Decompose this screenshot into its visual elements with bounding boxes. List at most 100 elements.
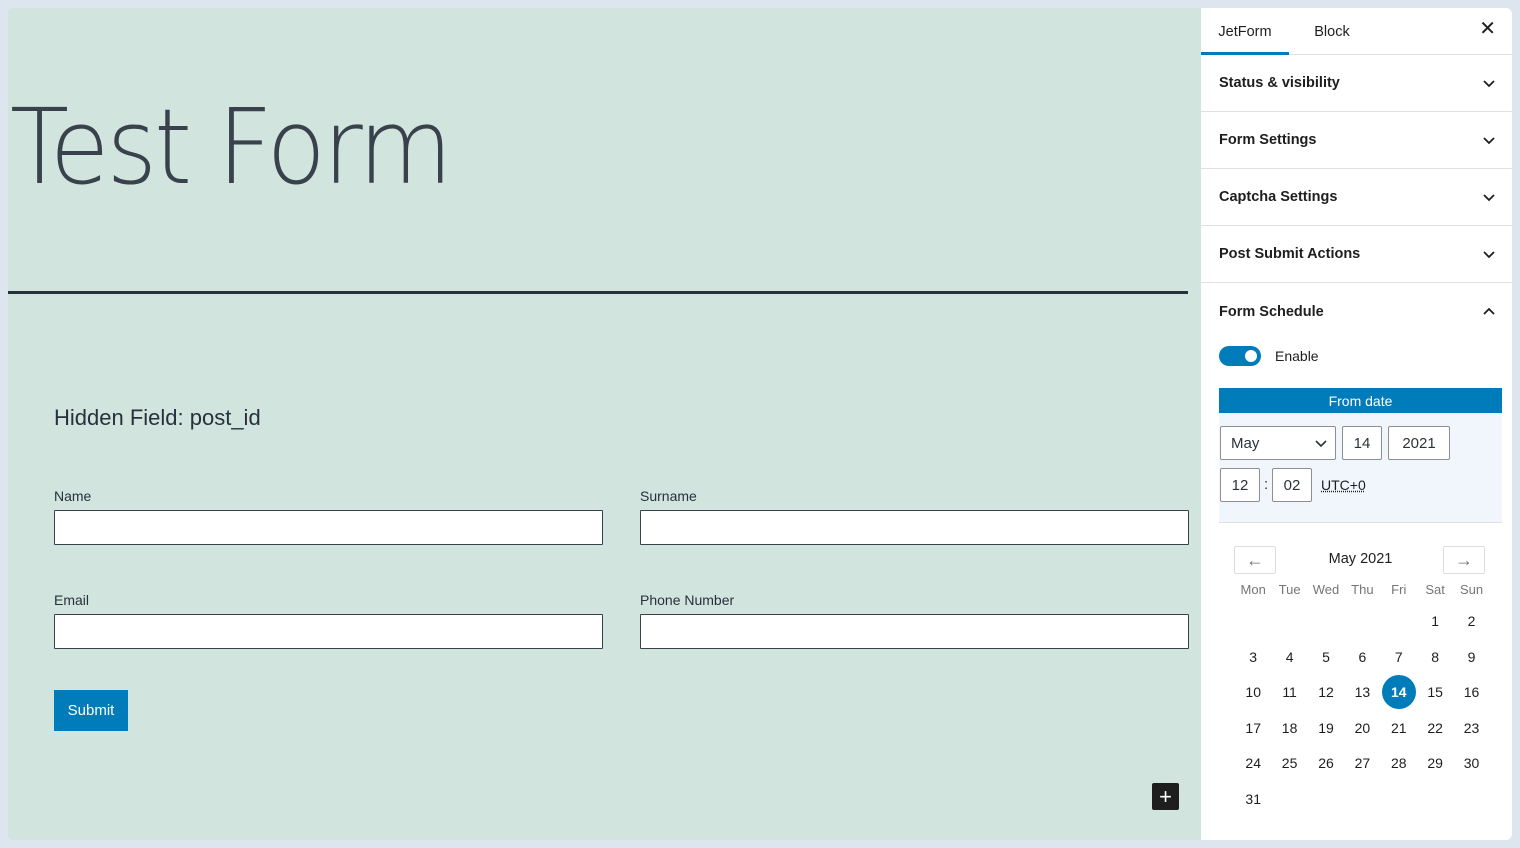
submit-button[interactable]: Submit xyxy=(54,690,128,731)
email-label: Email xyxy=(54,592,90,608)
calendar-day-number: 25 xyxy=(1281,755,1298,771)
calendar-empty-cell xyxy=(1453,782,1489,818)
panel-form-settings[interactable]: Form Settings xyxy=(1201,112,1512,169)
chevron-down-icon xyxy=(1483,137,1495,145)
add-block-button[interactable]: + xyxy=(1152,783,1179,810)
tab-block[interactable]: Block xyxy=(1299,8,1365,55)
calendar-empty-cell xyxy=(1308,782,1344,818)
surname-input[interactable] xyxy=(640,510,1189,545)
calendar-week: 24 25 26 27 28 29 30 xyxy=(1235,746,1502,782)
weekday-label: Sun xyxy=(1459,582,1484,597)
calendar-day[interactable]: 13 xyxy=(1344,675,1380,711)
separator-line xyxy=(8,291,1188,294)
calendar-day[interactable]: 15 xyxy=(1417,675,1453,711)
minute-input[interactable]: 02 xyxy=(1272,468,1312,502)
calendar-header: ← May 2021 → xyxy=(1219,544,1502,576)
panel-label: Form Settings xyxy=(1219,132,1317,148)
panel-form-schedule: Form Schedule Enable From date May 14 20… xyxy=(1201,284,1512,523)
calendar-day[interactable]: 18 xyxy=(1271,711,1307,747)
calendar-day[interactable]: 17 xyxy=(1235,711,1271,747)
weekday-label: Sat xyxy=(1425,582,1445,597)
calendar-day[interactable]: 7 xyxy=(1381,640,1417,676)
calendar-day-number: 5 xyxy=(1322,648,1330,665)
calendar-day[interactable]: 4 xyxy=(1271,640,1307,676)
settings-sidebar: JetForm Block ✕ Status & visibility Form… xyxy=(1201,8,1512,840)
page-title[interactable]: Test Form xyxy=(10,90,453,205)
calendar-day-number: 9 xyxy=(1467,648,1476,665)
panel-label: Post Submit Actions xyxy=(1219,246,1361,262)
calendar-day[interactable]: 22 xyxy=(1417,711,1453,747)
phone-label: Phone Number xyxy=(640,592,735,608)
month-select[interactable]: May xyxy=(1220,426,1336,460)
calendar-day[interactable]: 5 xyxy=(1308,640,1344,676)
panel-status-visibility[interactable]: Status & visibility xyxy=(1201,55,1512,112)
weekday-row: Mon Tue Wed Thu Fri Sat Sun xyxy=(1235,576,1502,604)
next-month-button[interactable]: → xyxy=(1443,546,1485,574)
timezone-label[interactable]: UTC+0 xyxy=(1321,477,1366,493)
email-input[interactable] xyxy=(54,614,603,649)
calendar-day[interactable]: 23 xyxy=(1453,711,1489,747)
calendar-day[interactable]: 21 xyxy=(1381,711,1417,747)
calendar-week: 17 18 19 20 21 22 23 xyxy=(1235,711,1502,747)
calendar-day[interactable]: 28 xyxy=(1381,746,1417,782)
calendar-empty-cell xyxy=(1271,782,1307,818)
calendar-day[interactable]: 10 xyxy=(1235,675,1271,711)
calendar-empty-cell xyxy=(1344,782,1380,818)
calendar-day[interactable]: 19 xyxy=(1308,711,1344,747)
panel-captcha-settings[interactable]: Captcha Settings xyxy=(1201,169,1512,226)
calendar-day-number: 2 xyxy=(1467,613,1476,629)
calendar-day[interactable]: 3 xyxy=(1235,640,1271,676)
from-date-button[interactable]: From date xyxy=(1219,388,1502,413)
calendar-day-number: 8 xyxy=(1431,648,1440,665)
calendar-day-number: 20 xyxy=(1354,719,1371,736)
calendar-day-number: 27 xyxy=(1354,755,1371,771)
calendar-day[interactable]: 26 xyxy=(1308,746,1344,782)
day-input[interactable]: 14 xyxy=(1342,426,1382,460)
year-input[interactable]: 2021 xyxy=(1388,426,1450,460)
panel-label: Form Schedule xyxy=(1219,304,1324,320)
calendar-day[interactable]: 8 xyxy=(1417,640,1453,676)
surname-field-group: Surname xyxy=(640,488,1189,545)
editor-frame: Test Form Hidden Field: post_id Name Sur… xyxy=(8,8,1512,840)
hidden-field-label[interactable]: Hidden Field: post_id xyxy=(54,405,261,431)
calendar-day[interactable]: 25 xyxy=(1271,746,1307,782)
phone-input[interactable] xyxy=(640,614,1189,649)
chevron-down-icon xyxy=(1483,80,1495,88)
panel-post-submit-actions[interactable]: Post Submit Actions xyxy=(1201,226,1512,283)
arrow-right-icon: → xyxy=(1455,549,1473,570)
calendar-day[interactable]: 29 xyxy=(1417,746,1453,782)
calendar-day-number: 6 xyxy=(1358,648,1367,665)
weekday-label: Wed xyxy=(1312,582,1340,597)
weekday-label: Mon xyxy=(1240,582,1266,597)
calendar-grid: 1 2 3 4 5 6 7 8 9 10 11 12 13 14 15 16 17 18 19 20 21 22 23 24 2… xyxy=(1219,604,1502,817)
calendar-empty-cell xyxy=(1235,604,1271,640)
name-input[interactable] xyxy=(54,510,603,545)
calendar-day-number: 28 xyxy=(1390,755,1407,771)
calendar-day[interactable]: 9 xyxy=(1453,640,1489,676)
calendar-day[interactable]: 30 xyxy=(1453,746,1489,782)
calendar-day[interactable]: 27 xyxy=(1344,746,1380,782)
form-schedule-header[interactable]: Form Schedule xyxy=(1201,284,1512,340)
hour-input[interactable]: 12 xyxy=(1220,468,1260,502)
calendar-day[interactable]: 24 xyxy=(1235,746,1271,782)
calendar-day[interactable]: 20 xyxy=(1344,711,1380,747)
calendar-day[interactable]: 14 xyxy=(1381,675,1417,711)
sidebar-tabs: JetForm Block ✕ xyxy=(1201,8,1512,55)
calendar-day[interactable]: 1 xyxy=(1417,604,1453,640)
weekday-label: Tue xyxy=(1278,582,1301,597)
calendar-day-number: 21 xyxy=(1390,719,1407,736)
name-field-group: Name xyxy=(54,488,603,545)
calendar-day-number: 22 xyxy=(1427,719,1443,736)
name-label: Name xyxy=(54,488,92,504)
tab-jetform[interactable]: JetForm xyxy=(1201,8,1289,55)
calendar-day[interactable]: 16 xyxy=(1453,675,1489,711)
calendar-day[interactable]: 12 xyxy=(1308,675,1344,711)
calendar-day[interactable]: 31 xyxy=(1235,782,1271,818)
calendar-day[interactable]: 2 xyxy=(1453,604,1489,640)
close-icon[interactable]: ✕ xyxy=(1479,16,1496,41)
calendar-day[interactable]: 11 xyxy=(1271,675,1307,711)
phone-field-group: Phone Number xyxy=(640,592,1189,649)
calendar-empty-cell xyxy=(1381,604,1417,640)
enable-toggle[interactable] xyxy=(1219,346,1261,366)
calendar-day[interactable]: 6 xyxy=(1344,640,1380,676)
